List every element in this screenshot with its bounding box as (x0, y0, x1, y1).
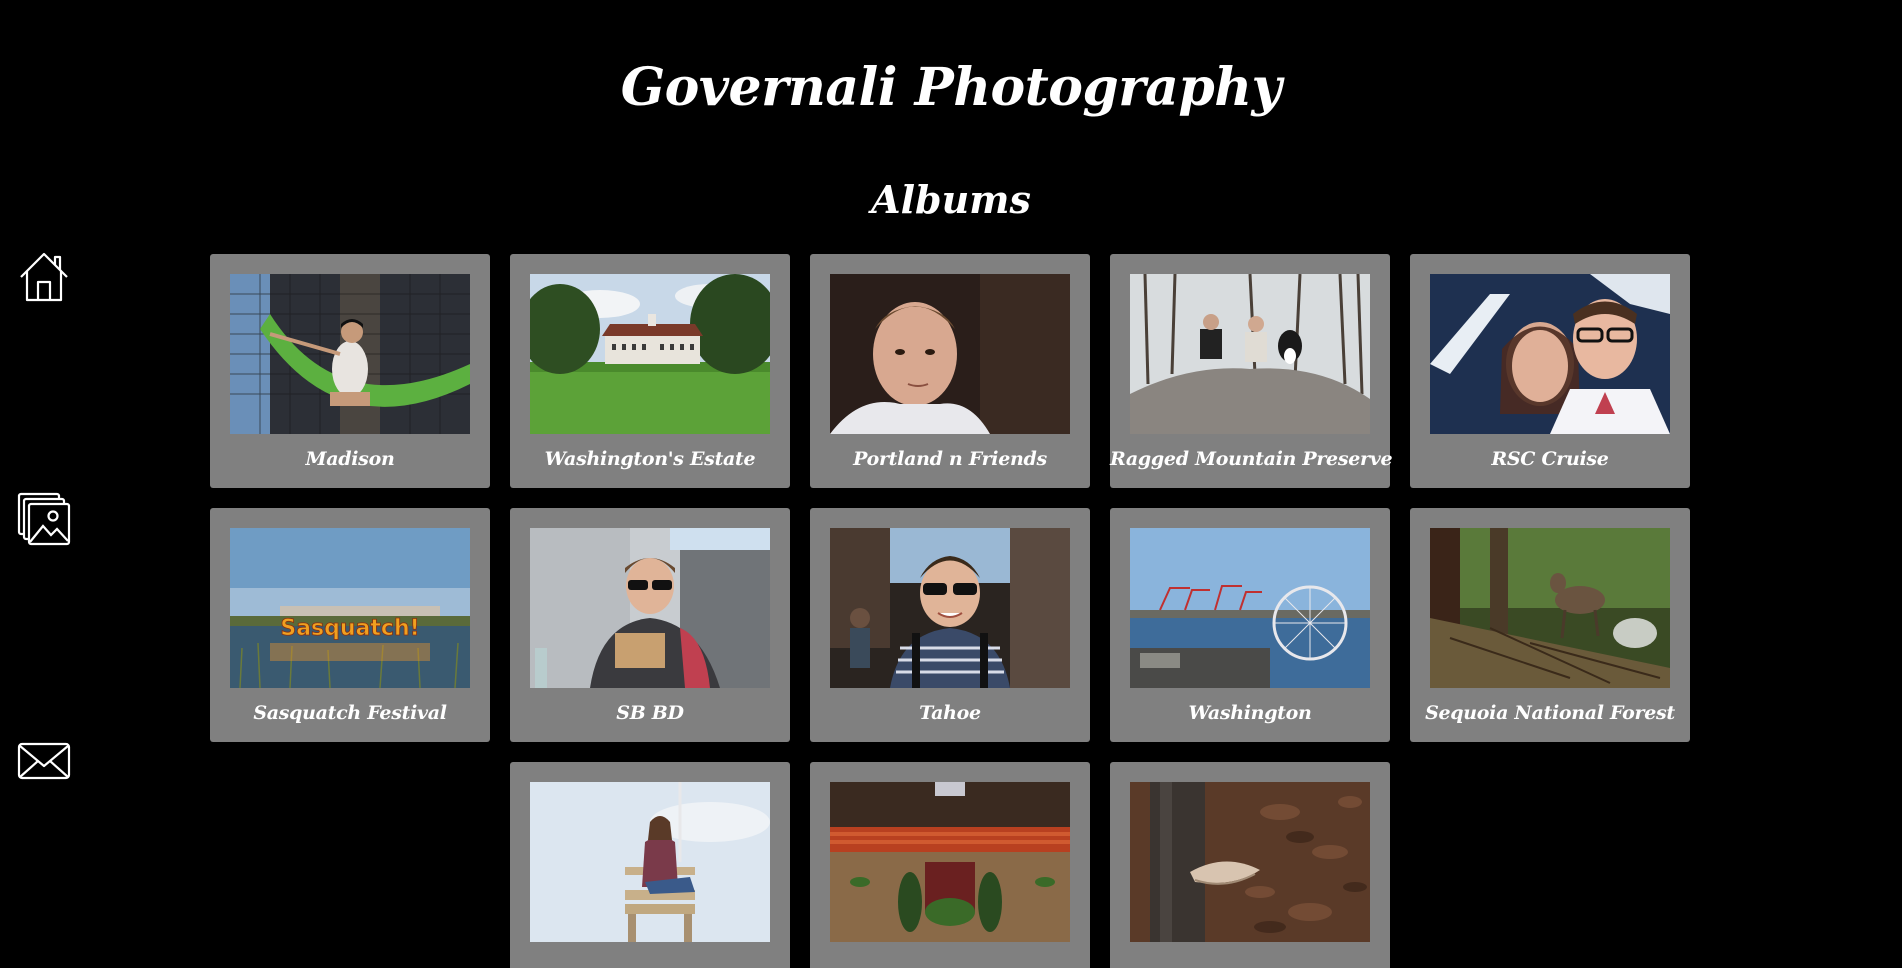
album-thumbnail[interactable] (1130, 528, 1370, 688)
nav-contact-button[interactable] (17, 734, 71, 788)
album-card-washingtons-estate[interactable]: Washington's Estate (510, 254, 790, 488)
album-card-tahoe[interactable]: Tahoe (810, 508, 1090, 742)
album-card-11[interactable] (510, 762, 790, 968)
album-thumbnail[interactable] (830, 782, 1070, 942)
album-title[interactable]: Ragged Mountain Preserve (1110, 444, 1393, 474)
album-title[interactable]: SB BD (510, 698, 790, 728)
album-thumbnail[interactable] (1130, 274, 1370, 434)
gallery-icon (17, 492, 71, 546)
album-thumbnail[interactable] (530, 782, 770, 942)
album-title[interactable]: Washington (1110, 698, 1390, 728)
album-card-sasquatch-festival[interactable]: Sasquatch! Sasquatch Festival (210, 508, 490, 742)
page: Governali Photography Albums Madison Was… (0, 0, 1902, 968)
album-card-rsc-cruise[interactable]: RSC Cruise (1410, 254, 1690, 488)
album-card-12[interactable] (810, 762, 1090, 968)
album-title[interactable]: Portland n Friends (810, 444, 1090, 474)
album-card-washington[interactable]: Washington (1110, 508, 1390, 742)
album-title[interactable]: Tahoe (810, 698, 1090, 728)
section-title: Albums (871, 177, 1031, 222)
album-thumbnail[interactable] (230, 274, 470, 434)
album-thumbnail[interactable] (530, 528, 770, 688)
album-title[interactable]: Madison (210, 444, 490, 474)
album-title[interactable]: Washington's Estate (510, 444, 790, 474)
nav-home-button[interactable] (17, 250, 71, 304)
album-thumbnail[interactable] (1430, 274, 1670, 434)
album-thumbnail[interactable] (1430, 528, 1670, 688)
side-nav (0, 0, 90, 968)
album-card-ragged-mountain-preserve[interactable]: Ragged Mountain Preserve (1110, 254, 1393, 488)
home-icon (20, 252, 68, 302)
album-card-sb-bd[interactable]: SB BD (510, 508, 790, 742)
album-thumbnail[interactable] (830, 528, 1070, 688)
album-title[interactable]: Sasquatch Festival (210, 698, 490, 728)
mail-icon (17, 742, 71, 780)
album-title[interactable]: Sequoia National Forest (1410, 698, 1690, 728)
album-card-madison[interactable]: Madison (210, 254, 490, 488)
album-thumbnail[interactable] (1130, 782, 1370, 942)
album-thumbnail[interactable] (830, 274, 1070, 434)
album-card-13[interactable] (1110, 762, 1390, 968)
album-thumbnail[interactable] (530, 274, 770, 434)
album-card-sequoia-national-forest[interactable]: Sequoia National Forest (1410, 508, 1690, 742)
sasquatch-sign-text: Sasquatch! (280, 616, 419, 641)
nav-gallery-button[interactable] (17, 492, 71, 546)
album-title[interactable]: RSC Cruise (1410, 444, 1690, 474)
album-card-portland-n-friends[interactable]: Portland n Friends (810, 254, 1090, 488)
album-thumbnail[interactable]: Sasquatch! (230, 528, 470, 688)
site-title[interactable]: Governali Photography (0, 48, 1902, 128)
